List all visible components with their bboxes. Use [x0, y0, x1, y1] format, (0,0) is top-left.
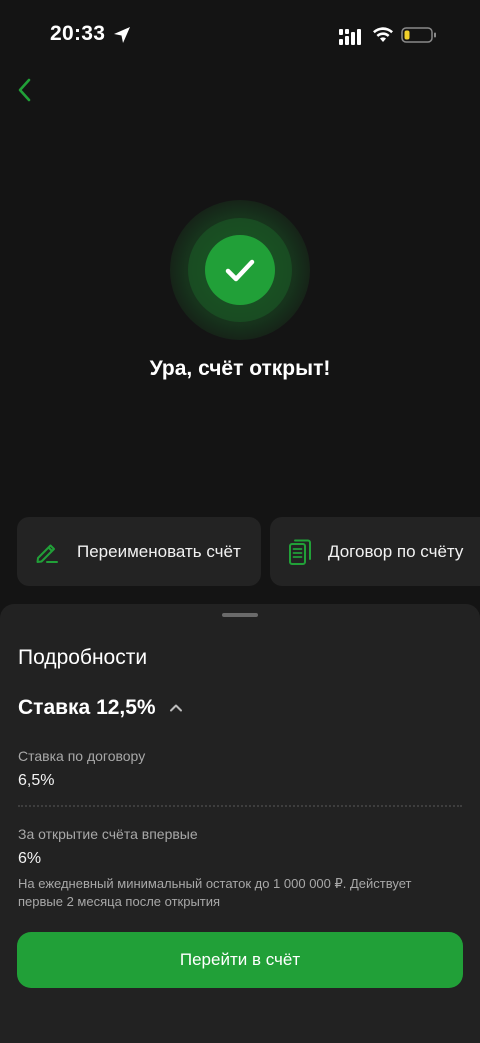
account-contract-button[interactable]: Договор по счёту — [270, 517, 480, 586]
details-sheet: Подробности Ставка 12,5% Ставка по догов… — [0, 604, 480, 1043]
chevron-up-icon — [169, 704, 182, 712]
rate-toggle[interactable]: Ставка 12,5% — [18, 696, 184, 720]
first-open-label: За открытие счёта впервые — [18, 826, 198, 842]
status-time: 20:33 — [50, 22, 106, 45]
account-contract-label: Договор по счёту — [328, 541, 464, 561]
contract-rate-value: 6,5% — [18, 772, 55, 789]
contract-rate-label: Ставка по договору — [18, 748, 146, 764]
location-arrow-icon — [114, 27, 130, 43]
cellular-signal-icon — [339, 29, 361, 45]
rename-account-button[interactable]: Переименовать счёт — [17, 517, 261, 586]
status-bar: 20:33 — [0, 0, 480, 70]
documents-icon — [289, 539, 311, 565]
go-to-account-button[interactable]: Перейти в счёт — [17, 932, 463, 988]
first-open-note: На ежедневный минимальный остаток до 1 0… — [18, 876, 412, 909]
divider — [18, 805, 462, 807]
wifi-icon — [373, 27, 393, 42]
details-title: Подробности — [18, 646, 148, 669]
chevron-left-icon[interactable] — [12, 76, 40, 104]
success-title: Ура, счёт открыт! — [149, 357, 331, 380]
checkmark-icon — [225, 259, 255, 282]
first-open-value: 6% — [18, 850, 42, 867]
success-badge — [205, 235, 275, 305]
account-opened-screen: 20:33 Ура, счёт открыт! Переименовать сч… — [0, 0, 480, 1043]
rate-title: Ставка 12,5% — [18, 696, 156, 719]
rename-account-label: Переименовать счёт — [77, 541, 241, 561]
sheet-grabber[interactable] — [222, 613, 258, 617]
battery-low-icon — [401, 27, 436, 43]
pencil-icon — [36, 544, 58, 563]
